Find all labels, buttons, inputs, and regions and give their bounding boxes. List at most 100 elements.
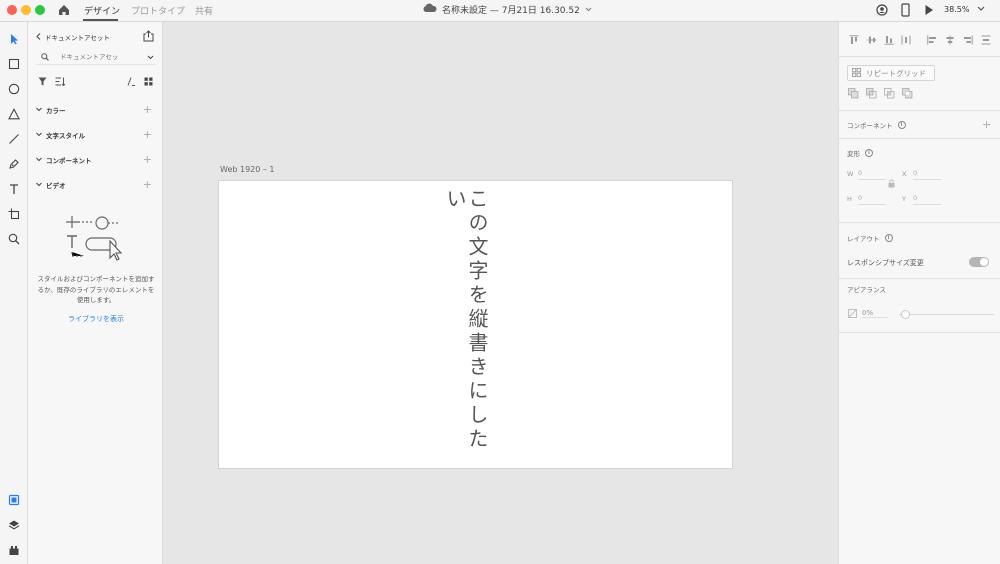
transform-label: 変形 xyxy=(847,150,860,158)
boolean-operations xyxy=(848,88,918,100)
mobile-preview-icon[interactable] xyxy=(901,3,910,19)
home-icon[interactable] xyxy=(57,3,71,17)
plugins-icon[interactable] xyxy=(7,543,21,557)
add-video-icon[interactable]: + xyxy=(143,178,152,191)
zoom-level[interactable]: 38.5% xyxy=(944,5,969,14)
pen-icon[interactable] xyxy=(7,157,21,171)
x-input[interactable]: 0 xyxy=(913,169,941,180)
minimize-window-button[interactable] xyxy=(21,5,31,15)
add-component-plus-icon[interactable]: + xyxy=(982,118,991,131)
layers-icon[interactable] xyxy=(7,518,21,532)
select-icon[interactable] xyxy=(7,32,21,46)
canvas[interactable]: Web 1920 – 1 この文字を縦書きにしたい xyxy=(163,22,838,564)
add-component-icon[interactable]: + xyxy=(143,153,152,166)
component-label: コンポーネント xyxy=(847,122,893,130)
play-icon[interactable] xyxy=(924,3,934,19)
assets-icon[interactable] xyxy=(7,493,21,507)
chevron-left-icon xyxy=(36,32,41,42)
export-icon[interactable] xyxy=(143,30,154,44)
active-tab-indicator xyxy=(83,19,118,21)
vertical-text-layer[interactable]: この文字を縦書きにしたい xyxy=(443,188,489,468)
chevron-down-icon xyxy=(36,131,42,139)
repeat-grid-label: リピートグリッド xyxy=(866,68,926,78)
cloud-icon xyxy=(422,3,437,16)
width-input[interactable]: 0 xyxy=(858,169,886,180)
height-input[interactable]: 0 xyxy=(858,194,886,205)
section-character-styles[interactable]: 文字スタイル + xyxy=(36,128,154,142)
zoom-chevron-down-icon[interactable] xyxy=(977,5,985,14)
ellipse-icon[interactable] xyxy=(7,82,21,96)
assets-back-link[interactable]: ドキュメントアセット xyxy=(36,32,110,42)
title-bar: デザイン プロトタイプ 共有 名称未設定 — 7月21日 16.30.52 38… xyxy=(0,0,1000,22)
info-icon[interactable]: i xyxy=(865,149,873,157)
tool-bar xyxy=(0,22,28,564)
divider xyxy=(839,222,1000,223)
width-key: W xyxy=(847,170,854,178)
align-bottom-icon[interactable] xyxy=(884,35,894,47)
grid-view-icon[interactable] xyxy=(144,77,153,88)
tab-prototype[interactable]: プロトタイプ xyxy=(131,4,185,17)
boolean-subtract-icon[interactable] xyxy=(866,88,877,101)
add-color-icon[interactable]: + xyxy=(143,103,152,116)
opacity-control: 0% xyxy=(847,308,995,320)
search-icon xyxy=(41,53,49,63)
distribute-vertical-icon[interactable] xyxy=(901,35,911,47)
align-center-icon[interactable] xyxy=(945,35,955,47)
assets-title: ドキュメントアセット xyxy=(45,34,110,42)
y-input[interactable]: 0 xyxy=(913,194,941,205)
repeat-grid-icon xyxy=(852,67,861,79)
asset-search xyxy=(36,51,156,65)
zoom-icon[interactable] xyxy=(7,232,21,246)
tab-design[interactable]: デザイン xyxy=(84,4,120,17)
opacity-slider-thumb[interactable] xyxy=(901,310,910,319)
boolean-intersect-icon[interactable] xyxy=(884,88,895,101)
section-video[interactable]: ビデオ + xyxy=(36,178,154,192)
filter-icon[interactable] xyxy=(38,77,47,88)
boolean-add-icon[interactable] xyxy=(848,88,859,101)
zoom-window-button[interactable] xyxy=(35,5,45,15)
tab-share[interactable]: 共有 xyxy=(195,4,213,17)
sort-icon[interactable] xyxy=(55,77,66,88)
opacity-input[interactable]: 0% xyxy=(862,309,888,318)
distribute-horizontal-icon[interactable] xyxy=(981,35,991,47)
close-window-button[interactable] xyxy=(7,5,17,15)
artboard[interactable]: この文字を縦書きにしたい xyxy=(218,180,733,469)
section-video-label: ビデオ xyxy=(46,182,66,190)
list-view-icon[interactable] xyxy=(127,77,136,88)
align-middle-icon[interactable] xyxy=(867,35,877,47)
x-key: X xyxy=(902,170,907,178)
artboard-label[interactable]: Web 1920 – 1 xyxy=(220,165,275,174)
polygon-icon[interactable] xyxy=(7,107,21,121)
appearance-section-header: アピアランス xyxy=(847,284,886,294)
empty-assets-illustration xyxy=(64,214,128,268)
view-libraries-link[interactable]: ライブラリを表示 xyxy=(36,314,156,324)
asset-filter-bar xyxy=(36,75,156,89)
transform-section-header: 変形 i xyxy=(847,148,873,158)
repeat-grid-button[interactable]: リピートグリッド xyxy=(847,65,935,81)
document-title[interactable]: 名称未設定 — 7月21日 16.30.52 xyxy=(422,3,592,16)
add-character-style-icon[interactable]: + xyxy=(143,128,152,141)
search-input[interactable] xyxy=(60,53,140,61)
user-icon[interactable] xyxy=(876,3,888,19)
line-icon[interactable] xyxy=(7,132,21,146)
align-right-icon[interactable] xyxy=(963,35,973,47)
responsive-resize-toggle[interactable] xyxy=(969,257,989,267)
opacity-icon xyxy=(848,309,857,320)
rectangle-icon[interactable] xyxy=(7,57,21,71)
opacity-slider-track[interactable] xyxy=(899,314,994,315)
search-chevron-down-icon[interactable] xyxy=(147,53,154,62)
boolean-exclude-icon[interactable] xyxy=(902,88,913,101)
property-inspector: リピートグリッド コンポーネント i + 変形 i W 0 X 0 H 0 Y … xyxy=(838,22,1000,564)
align-top-icon[interactable] xyxy=(849,35,859,47)
text-icon[interactable] xyxy=(7,182,21,196)
artboard-icon[interactable] xyxy=(7,207,21,221)
chevron-down-icon xyxy=(36,181,42,189)
section-colors[interactable]: カラー + xyxy=(36,103,154,117)
responsive-resize-label: レスポンシブサイズ変更 xyxy=(847,259,924,267)
info-icon[interactable]: i xyxy=(884,234,893,242)
lock-aspect-icon[interactable] xyxy=(888,179,895,190)
section-components-label: コンポーネント xyxy=(46,157,92,165)
section-components[interactable]: コンポーネント + xyxy=(36,153,154,167)
info-icon[interactable]: i xyxy=(897,121,906,129)
align-left-icon[interactable] xyxy=(927,35,937,47)
